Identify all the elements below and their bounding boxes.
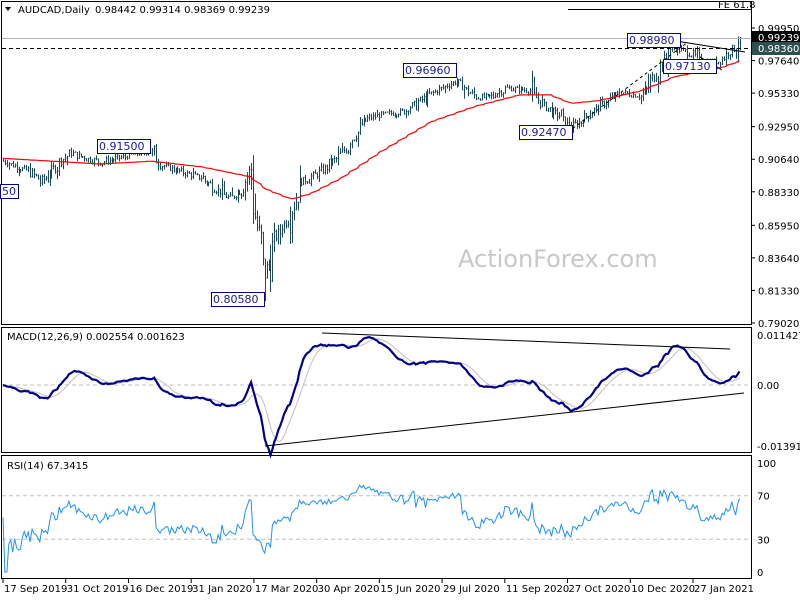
price-axis-label: 0.88330 [758,188,799,199]
date-axis-label: 10 Dec 2020 [631,584,695,595]
date-axis-label: 27 Jan 2021 [694,584,754,595]
price-axis-label: 0.90640 [758,155,799,166]
macd-axis-label: 0.011427 [757,331,800,342]
ohlc-readout: 0.98442 0.99314 0.98369 0.99239 [95,5,270,16]
price-annotation-label: 0.97130 [665,60,711,73]
price-axis-label: 0.79020 [758,319,799,330]
date-axis-label: 31 Oct 2019 [67,584,129,595]
date-axis-label: 17 Sep 2019 [4,584,67,595]
rsi-axis-label: 0 [757,568,763,579]
price-axis-label: 0.92950 [758,123,799,134]
price-annotation-label: 0.92470 [521,126,567,139]
rsi-panel [1,455,752,579]
rsi-title: RSI(14) 67.3415 [7,461,88,472]
price-annotation-label: 0.98980 [629,34,675,47]
price-axis-label: 0.83640 [758,254,799,265]
macd-title: MACD(12,26,9) 0.002554 0.001623 [7,332,185,343]
price-axis-label: 0.81330 [758,286,799,297]
date-axis-label: 30 Apr 2020 [318,584,380,595]
price-annotation-label: 0.80580 [213,293,259,306]
date-axis-label: 16 Dec 2019 [129,584,193,595]
macd-axis-label: 0.00 [757,381,779,392]
price-axis-label: 0.97640 [758,57,799,68]
date-axis-label: 15 Jun 2020 [380,584,440,595]
date-axis-label: 27 Oct 2020 [569,584,631,595]
chart-canvas: ActionForex.com 0.98980 0.97130 0.96960 0.9… [0,0,800,595]
symbol-label: AUDCAD,Daily [18,5,90,16]
rsi-axis-label: 100 [757,459,776,470]
date-axis-label: 11 Sep 2020 [506,584,569,595]
price-annotation-label: 50 [2,185,16,198]
date-axis-label: 29 Jul 2020 [443,584,500,595]
price-axis-label: 0.95330 [758,89,799,100]
rsi-axis-label: 70 [757,492,770,503]
price-annotation-label: 0.91500 [99,140,145,153]
date-axis-label: 17 Mar 2020 [255,584,318,595]
level-price-label: 0.98360 [758,44,799,55]
date-axis-label: 31 Jan 2020 [192,584,252,595]
price-axis-label: 0.85950 [758,221,799,232]
watermark: ActionForex.com [458,245,658,273]
rsi-axis-label: 30 [757,535,770,546]
macd-axis-label: -0.01391 [757,442,800,453]
fe-level-label: FE 61.8 [718,0,756,11]
price-annotation-label: 0.96960 [405,64,451,77]
